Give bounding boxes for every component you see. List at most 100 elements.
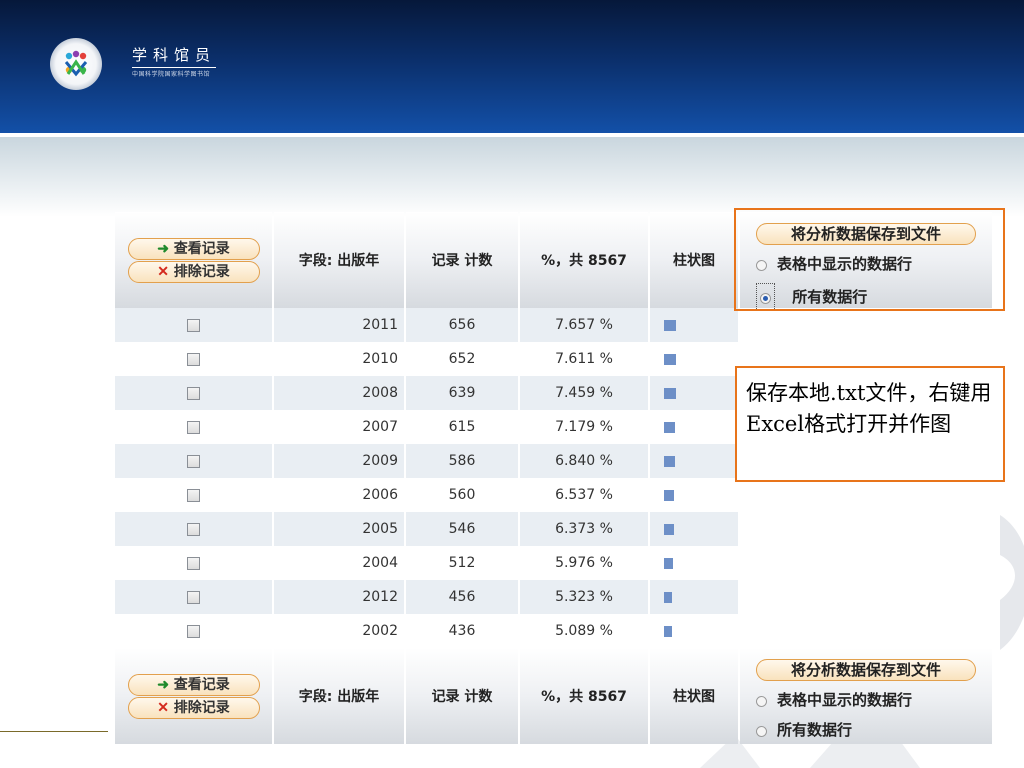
footer-option-table-rows-label: 表格中显示的数据行 [777, 691, 913, 709]
close-icon: ✕ [157, 699, 169, 716]
column-header-count: 记录 计数 [406, 212, 518, 308]
row-count: 436 [406, 614, 518, 648]
row-checkbox-cell [115, 444, 272, 478]
row-checkbox-cell [115, 376, 272, 410]
table-row: 2005 546 6.373 % [115, 512, 992, 546]
row-year: 2005 [274, 512, 404, 546]
row-bar-cell [650, 614, 738, 648]
row-checkbox-cell [115, 614, 272, 648]
row-bar-cell [650, 308, 738, 342]
arrow-right-icon: ➜ [157, 676, 169, 693]
row-checkbox[interactable] [187, 522, 200, 536]
row-bar [664, 421, 675, 433]
footer-column-field: 字段: 出版年 [274, 648, 404, 744]
row-year: 2009 [274, 444, 404, 478]
row-count: 546 [406, 512, 518, 546]
footer-view-records-button[interactable]: ➜ 查看记录 [127, 673, 260, 696]
row-bar-cell [650, 444, 738, 478]
row-count: 456 [406, 580, 518, 614]
row-percent: 5.323 % [520, 580, 648, 614]
row-bar-cell [650, 410, 738, 444]
bottom-rule [0, 731, 108, 732]
row-year: 2006 [274, 478, 404, 512]
row-bar [664, 319, 676, 331]
row-percent: 5.976 % [520, 546, 648, 580]
column-header-bar: 柱状图 [650, 212, 738, 308]
row-checkbox[interactable] [187, 590, 200, 604]
row-year: 2002 [274, 614, 404, 648]
exclude-records-label: 排除记录 [173, 263, 230, 280]
row-checkbox[interactable] [187, 386, 200, 400]
action-buttons-cell: ➜ 查看记录 ✕ 排除记录 [115, 212, 272, 308]
footer-column-bar: 柱状图 [650, 648, 738, 744]
row-bar-cell [650, 546, 738, 580]
row-year: 2012 [274, 580, 404, 614]
column-header-field: 字段: 出版年 [274, 212, 404, 308]
footer-view-records-label: 查看记录 [173, 676, 230, 693]
footer-radio-all-rows[interactable] [756, 725, 767, 737]
row-bar-cell [650, 478, 738, 512]
row-percent: 5.089 % [520, 614, 648, 648]
footer-action-buttons-cell: ➜ 查看记录 ✕ 排除记录 [115, 648, 272, 744]
row-checkbox-cell [115, 308, 272, 342]
row-checkbox[interactable] [187, 488, 200, 502]
row-checkbox-cell [115, 546, 272, 580]
row-count: 656 [406, 308, 518, 342]
row-bar-cell [650, 376, 738, 410]
row-count: 652 [406, 342, 518, 376]
footer-option-table-rows[interactable]: 表格中显示的数据行 [756, 689, 992, 711]
row-checkbox-cell [115, 410, 272, 444]
row-checkbox-cell [115, 342, 272, 376]
annotation-callout: 保存本地.txt文件，右键用Excel格式打开并作图 [735, 366, 1005, 482]
row-checkbox-cell [115, 580, 272, 614]
row-percent: 7.611 % [520, 342, 648, 376]
row-checkbox[interactable] [187, 454, 200, 468]
row-bar [664, 557, 673, 569]
table-row: 2012 456 5.323 % [115, 580, 992, 614]
row-bar [664, 455, 675, 467]
row-percent: 7.179 % [520, 410, 648, 444]
row-year: 2008 [274, 376, 404, 410]
footer-radio-table-rows[interactable] [756, 695, 767, 707]
table-row: 2002 436 5.089 % [115, 614, 992, 648]
table-row: 2004 512 5.976 % [115, 546, 992, 580]
row-year: 2011 [274, 308, 404, 342]
row-checkbox[interactable] [187, 352, 200, 366]
row-bar-cell [650, 512, 738, 546]
row-percent: 6.373 % [520, 512, 648, 546]
footer-save-options-cell: 将分析数据保存到文件 表格中显示的数据行 所有数据行 [740, 648, 992, 744]
footer-column-count: 记录 计数 [406, 648, 518, 744]
table-row: 2006 560 6.537 % [115, 478, 992, 512]
footer-exclude-records-button[interactable]: ✕ 排除记录 [127, 696, 260, 719]
row-checkbox-cell [115, 512, 272, 546]
row-count: 615 [406, 410, 518, 444]
row-percent: 6.840 % [520, 444, 648, 478]
save-options-highlight [734, 208, 1005, 311]
row-bar-cell [650, 580, 738, 614]
row-checkbox[interactable] [187, 556, 200, 570]
footer-exclude-records-label: 排除记录 [173, 699, 230, 716]
row-year: 2007 [274, 410, 404, 444]
view-records-label: 查看记录 [173, 240, 230, 257]
row-percent: 7.459 % [520, 376, 648, 410]
column-header-percent: %，共 8567 [520, 212, 648, 308]
close-icon: ✕ [157, 263, 169, 280]
row-checkbox[interactable] [187, 624, 200, 638]
row-bar-cell [650, 342, 738, 376]
row-checkbox[interactable] [187, 318, 200, 332]
row-checkbox[interactable] [187, 420, 200, 434]
row-bar [664, 387, 676, 399]
row-count: 586 [406, 444, 518, 478]
exclude-records-button[interactable]: ✕ 排除记录 [127, 260, 260, 283]
table-row: 2011 656 7.657 % [115, 308, 992, 342]
footer-save-to-file-button[interactable]: 将分析数据保存到文件 [756, 659, 976, 681]
row-year: 2010 [274, 342, 404, 376]
row-bar [664, 523, 674, 535]
row-count: 560 [406, 478, 518, 512]
view-records-button[interactable]: ➜ 查看记录 [127, 237, 260, 260]
footer-option-all-rows[interactable]: 所有数据行 [756, 719, 992, 741]
row-percent: 7.657 % [520, 308, 648, 342]
arrow-right-icon: ➜ [157, 240, 169, 257]
footer-column-percent: %，共 8567 [520, 648, 648, 744]
row-checkbox-cell [115, 478, 272, 512]
